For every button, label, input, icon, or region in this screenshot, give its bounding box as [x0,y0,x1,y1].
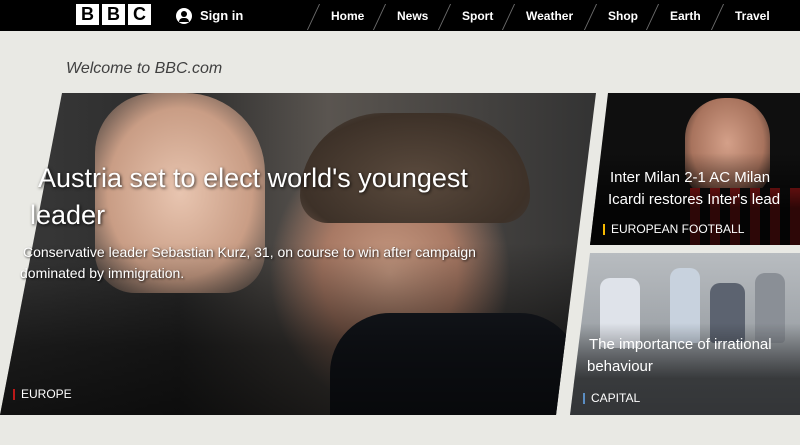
logo-letter-c: C [128,4,151,25]
tag-marker [603,223,605,235]
user-icon [176,7,192,24]
nav-item-news[interactable]: News [376,0,441,31]
sign-in-label: Sign in [200,8,244,23]
hero-section-tag[interactable]: EUROPE [13,387,72,401]
nav-item-home[interactable]: Home [310,0,376,31]
sign-in-link[interactable]: Sign in [176,6,243,25]
side-story-1-line2: Icardi restores Inter's lead [608,191,781,208]
logo-letter-b1: B [76,4,99,25]
hero-summary: Conservative leader Sebastian Kurz, 31, … [20,242,510,284]
side-story-2-line2: behaviour [587,358,653,375]
nav-item-travel[interactable]: Travel [714,0,794,31]
side-story-2-tag-label: CAPITAL [591,391,641,405]
hero-summary-line1: Conservative leader Sebastian Kurz, 31, … [23,244,476,260]
hero-headline-line1: Austria set to elect world's youngest [38,163,468,193]
hero-tag-label: EUROPE [21,387,72,401]
logo-letter-b2: B [102,4,125,25]
hero-headline-line2: leader [30,200,106,230]
side-story-1-line1: Inter Milan 2-1 AC Milan [610,169,771,186]
welcome-heading: Welcome to BBC.com [66,60,223,77]
side-story-2-line1: The importance of irrational [589,336,772,353]
hero-headline[interactable]: Austria set to elect world's youngest le… [30,160,520,234]
side-story-1-tag[interactable]: EUROPEAN FOOTBALL [603,222,744,236]
main-nav: Home News Sport Weather Shop Earth Trave… [310,0,794,31]
tag-marker [13,388,15,400]
top-navigation-bar: B B C Sign in Home News Sport Weather Sh… [0,0,800,31]
side-story-2-tag[interactable]: CAPITAL [583,391,640,405]
side-story-1-tag-label: EUROPEAN FOOTBALL [611,222,745,236]
bbc-logo[interactable]: B B C [76,4,151,25]
hero-summary-line2: dominated by immigration. [20,265,185,281]
side-story-1-headline[interactable]: Inter Milan 2-1 AC Milan Icardi restores… [608,167,800,211]
nav-item-earth[interactable]: Earth [649,0,714,31]
nav-item-shop[interactable]: Shop [587,0,649,31]
side-story-2-headline[interactable]: The importance of irrational behaviour [587,334,800,378]
tag-marker [583,392,585,404]
nav-item-weather[interactable]: Weather [505,0,587,31]
nav-item-sport[interactable]: Sport [441,0,505,31]
